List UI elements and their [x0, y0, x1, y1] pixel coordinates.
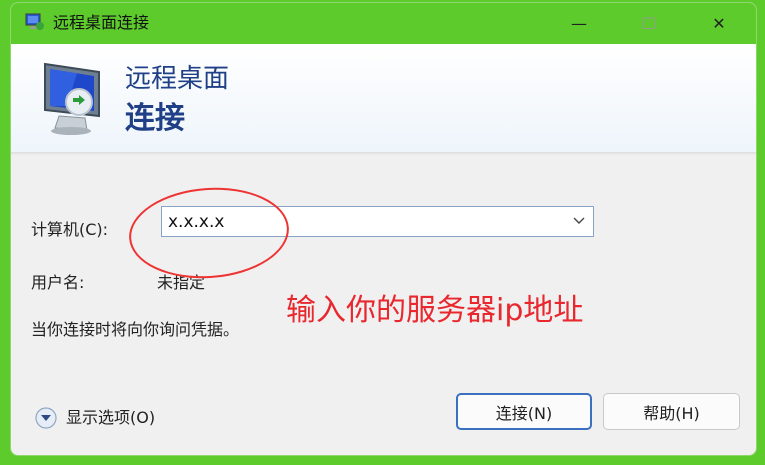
computer-label: 计算机(C):: [31, 220, 109, 239]
help-button[interactable]: 帮助(H): [603, 393, 740, 430]
annotation-circle: [126, 182, 292, 284]
close-button[interactable]: ✕: [696, 3, 742, 44]
maximize-button[interactable]: ☐: [626, 3, 672, 44]
minimize-button[interactable]: —: [556, 3, 602, 44]
expand-options-icon[interactable]: [35, 407, 57, 429]
window-title: 远程桌面连接: [53, 13, 150, 32]
header-divider: [11, 152, 756, 155]
connect-button[interactable]: 连接(N): [456, 393, 592, 430]
username-label: 用户名:: [31, 273, 85, 292]
header-title-line1: 远程桌面: [125, 64, 230, 94]
chevron-down-icon[interactable]: [573, 216, 585, 226]
header-title-line2: 连接: [125, 101, 185, 136]
rdp-window: 远程桌面连接 — ☐ ✕ 远程桌面 连接 计算机(C): x.x.x.x 用户名…: [10, 2, 757, 456]
show-options-link[interactable]: 显示选项(O): [66, 408, 155, 428]
dialog-header: 远程桌面 连接: [11, 44, 756, 153]
screenshot-frame: 远程桌面连接 — ☐ ✕ 远程桌面 连接 计算机(C): x.x.x.x 用户名…: [0, 0, 765, 465]
credential-note: 当你连接时将向你询问凭据。: [31, 320, 240, 339]
annotation-text: 输入你的服务器ip地址: [286, 293, 584, 328]
remote-desktop-icon: [25, 13, 44, 30]
remote-desktop-monitor-icon: [44, 62, 100, 135]
title-bar[interactable]: 远程桌面连接 — ☐ ✕: [11, 3, 756, 44]
